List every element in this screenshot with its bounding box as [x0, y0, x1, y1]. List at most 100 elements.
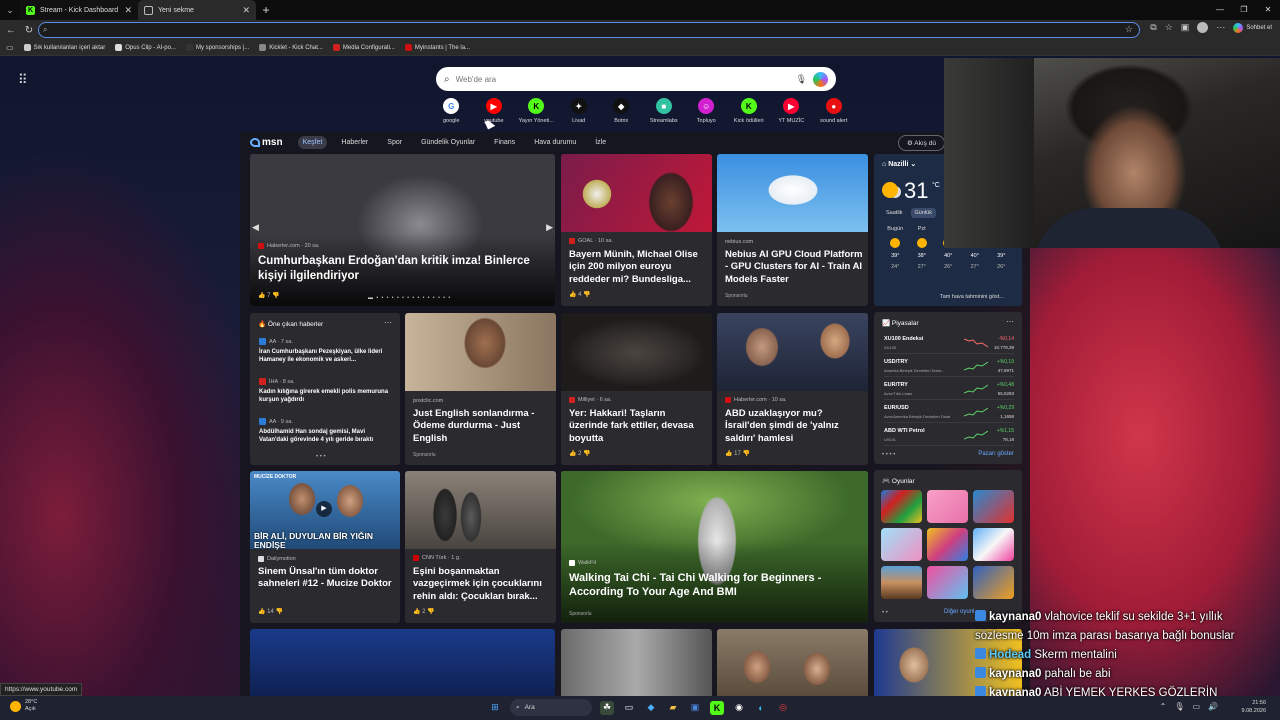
bookmark-item[interactable]: Sık kullanılanları içeri aktar — [23, 44, 105, 51]
top-news-item[interactable]: Kadın kılığına girerek emekli polis memu… — [259, 388, 393, 404]
close-window-icon[interactable]: ✕ — [1256, 0, 1280, 20]
tab-daily[interactable]: Günlük — [910, 208, 936, 218]
favorites-icon[interactable]: ☆ — [1165, 22, 1173, 33]
news-card-bottom-3[interactable] — [717, 629, 868, 696]
collections-icon[interactable]: ▣ — [1181, 22, 1190, 33]
address-bar[interactable]: ⌕ ☆ — [38, 22, 1140, 38]
task-view-icon[interactable]: ▭ — [622, 701, 636, 715]
network-icon[interactable]: ▭ — [1192, 702, 1200, 711]
refresh-icon[interactable]: ↻ — [22, 25, 36, 36]
news-card-goal[interactable]: GOAL · 10 sa. Bayern Münih, Michael Olis… — [561, 154, 712, 306]
more-options-icon[interactable]: ⋯ — [1006, 317, 1014, 326]
file-explorer-icon[interactable]: ▰ — [666, 701, 680, 715]
card-title[interactable]: Eşini boşanmaktan vazgeçirmek için çocuk… — [413, 566, 551, 603]
play-icon[interactable]: ▶ — [316, 501, 332, 517]
edge-icon[interactable]: ◐ — [754, 701, 768, 715]
game-tile[interactable] — [927, 528, 968, 561]
favorite-star-icon[interactable]: ☆ — [1125, 24, 1133, 35]
bookmark-item[interactable]: My sponsorships |... — [185, 44, 249, 51]
bookmarks-import-icon[interactable]: ▭ — [6, 43, 14, 52]
carousel-dots[interactable]: • • — [882, 610, 888, 616]
quick-link-8[interactable]: ▶ YT MUZİC — [770, 98, 813, 124]
game-tile[interactable] — [927, 566, 968, 599]
top-news-item[interactable]: İran Cumhurbaşkanı Pezeşkiyan, ülke lide… — [259, 348, 393, 364]
game-tile[interactable] — [927, 490, 968, 523]
like-icon[interactable]: 👍 — [258, 293, 265, 299]
quick-link-9[interactable]: ● sound alert — [813, 98, 856, 124]
close-tab-icon[interactable]: ✕ — [124, 5, 132, 16]
store-icon[interactable]: ▣ — [688, 701, 702, 715]
news-card-milliyet[interactable]: Milliyet · 6 sa. Yer: Hakkari! Taşların … — [561, 313, 712, 465]
taskbar-clock[interactable]: 21:56 9.08.2026 — [1242, 699, 1266, 715]
web-search-box[interactable]: ⌕ 🎙 — [436, 67, 836, 91]
bookmark-item[interactable]: Media Configurati... — [332, 44, 395, 51]
msn-nav-item[interactable]: Hava durumu — [529, 136, 581, 149]
news-card-bottom-2[interactable] — [561, 629, 712, 696]
msn-nav-item[interactable]: İzle — [590, 136, 611, 149]
bookmark-item[interactable]: Myinstants | The la... — [404, 44, 470, 51]
bookmark-item[interactable]: Kicklet - Kick Chat... — [259, 44, 323, 51]
game-tile[interactable] — [881, 566, 922, 599]
quick-link-6[interactable]: ☺ Topluyo — [685, 98, 728, 124]
game-tile[interactable] — [881, 528, 922, 561]
taskbar-search[interactable]: ⌕ Ara — [510, 699, 592, 716]
tab-new-tab[interactable]: Yeni sekme ✕ — [138, 0, 256, 20]
quick-link-1[interactable]: ▶ youtube — [473, 98, 516, 124]
msn-nav-item[interactable]: Haberler — [336, 136, 373, 149]
msn-nav-item[interactable]: Finans — [489, 136, 520, 149]
widgets-icon[interactable]: ☘ — [600, 700, 614, 715]
game-tile[interactable] — [973, 528, 1014, 561]
market-row[interactable]: ABD WTI Petrol USOIL +%1,15 78,18 — [884, 426, 1014, 446]
app-icon[interactable]: ◎ — [776, 701, 790, 715]
taskbar-weather[interactable]: 28°C Açık — [10, 699, 37, 713]
obs-icon[interactable]: ◉ — [732, 701, 746, 715]
tab-hourly[interactable]: Saatlik — [882, 208, 907, 218]
quick-link-0[interactable]: Ggoogle — [430, 98, 473, 124]
news-card-cnn[interactable]: CNN Türk · 1 g. Eşini boşanmaktan vazgeç… — [405, 471, 556, 623]
copilot-chat-button[interactable]: Sohbet et — [1233, 22, 1272, 33]
web-search-input[interactable] — [455, 74, 790, 84]
kick-app-icon[interactable]: K — [710, 700, 724, 715]
microphone-icon[interactable]: 🎙 — [796, 74, 807, 85]
card-title[interactable]: Bayern Münih, Michael Olise için 200 mil… — [569, 249, 707, 286]
carousel-dots[interactable]: ▬ • • • • • • • • • • • • • • • — [368, 295, 451, 301]
game-tile[interactable] — [973, 490, 1014, 523]
quick-link-5[interactable]: ■ Streamlabs — [643, 98, 686, 124]
like-icon[interactable]: 👍 — [569, 292, 576, 298]
game-tile[interactable] — [881, 490, 922, 523]
ad-card-walkfit[interactable]: WalkFit Walking Tai Chi - Tai Chi Walkin… — [561, 471, 868, 623]
card-title[interactable]: Nebius AI GPU Cloud Platform - GPU Clust… — [725, 249, 863, 286]
like-icon[interactable]: 👍 — [413, 609, 420, 615]
dislike-icon[interactable]: 👎 — [272, 293, 279, 299]
copilot-taskbar-icon[interactable]: ◆ — [644, 701, 658, 715]
video-card-dailymotion[interactable]: MUCİZE DOKTOR ▶ BİR ALİ, DUYULAN BİR YIĞ… — [250, 471, 400, 623]
ad-card-just-english[interactable]: postclic.com Just English sonlandırma - … — [405, 313, 556, 465]
minimize-icon[interactable]: — — [1208, 0, 1232, 20]
more-menu-icon[interactable]: ⋯ — [1216, 22, 1225, 33]
quick-link-3[interactable]: ✦ Livad — [558, 98, 601, 124]
msn-nav-item[interactable]: Gündelik Oyunlar — [416, 136, 480, 149]
like-icon[interactable]: 👍 — [569, 451, 576, 457]
volume-icon[interactable]: 🔊 — [1208, 702, 1218, 711]
news-card-abd[interactable]: Haberler.com · 10 sa. ABD uzaklaşıyor mu… — [717, 313, 868, 465]
reactions[interactable]: 👍 17 👎 — [725, 450, 750, 457]
bookmark-item[interactable]: Opus Clip - AI-po... — [115, 44, 176, 51]
quick-link-2[interactable]: K Yayın Yöneti... — [515, 98, 558, 124]
reactions[interactable]: 👍 4 👎 — [569, 291, 591, 298]
tab-kick-dashboard[interactable]: K Stream - Kick Dashboard ✕ — [20, 0, 138, 20]
split-screen-icon[interactable]: ⧉ — [1150, 22, 1156, 33]
tab-actions-icon[interactable]: ⌄ — [0, 0, 20, 20]
carousel-dots[interactable]: • • • • — [882, 452, 895, 458]
card-title[interactable]: Just English sonlandırma - Ödeme durdurm… — [413, 408, 551, 445]
msn-logo[interactable]: msn — [250, 137, 283, 148]
full-forecast-link[interactable]: Tam hava tahminini göst... — [940, 294, 1004, 300]
copilot-search-icon[interactable] — [813, 71, 828, 87]
dislike-icon[interactable]: 👎 — [743, 451, 750, 457]
prev-arrow-icon[interactable]: ◀ — [252, 222, 259, 233]
close-tab-icon[interactable]: ✕ — [242, 5, 250, 16]
start-icon[interactable]: ⊞ — [488, 701, 502, 715]
top-news-item[interactable]: Abdülhamid Han sondaj gemisi, Mavi Vatan… — [259, 428, 393, 444]
next-arrow-icon[interactable]: ▶ — [546, 222, 553, 233]
like-icon[interactable]: 👍 — [725, 451, 732, 457]
back-icon[interactable]: ← — [4, 25, 18, 36]
